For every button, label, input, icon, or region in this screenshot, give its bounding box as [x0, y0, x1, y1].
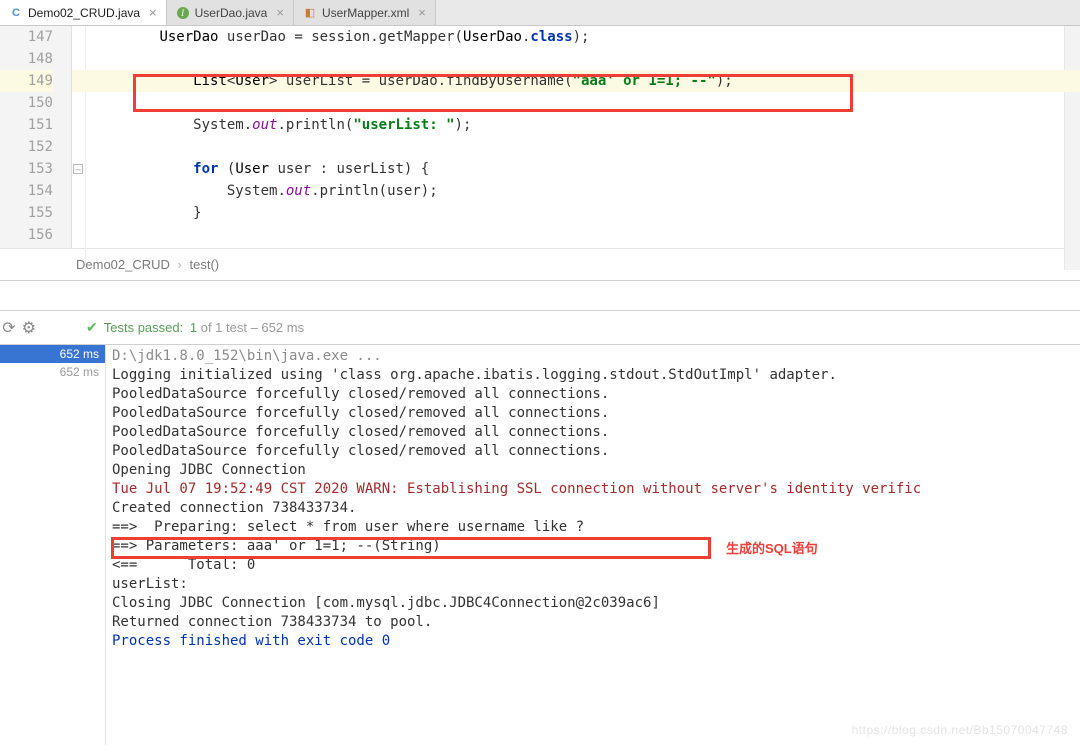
line-number: 147: [0, 26, 53, 48]
tests-passed-status: ✔ Tests passed: 1 of 1 test – 652 ms: [42, 319, 304, 336]
console-line: Closing JDBC Connection [com.mysql.jdbc.…: [112, 594, 1074, 613]
test-tree[interactable]: 652 ms 652 ms: [0, 345, 106, 745]
console-line: PooledDataSource forcefully closed/remov…: [112, 404, 1074, 423]
code-line: [72, 136, 1080, 158]
test-status-row: ⟳ ⚙ ✔ Tests passed: 1 of 1 test – 652 ms: [0, 311, 1080, 345]
line-number: 153: [0, 158, 53, 180]
console-line: Returned connection 738433734 to pool.: [112, 613, 1074, 632]
line-number: 156: [0, 224, 53, 246]
code-line: System.out.println("userList: ");: [72, 114, 1080, 136]
line-number: 155: [0, 202, 53, 224]
test-tree-node[interactable]: 652 ms: [0, 363, 105, 381]
annotation-label: 生成的SQL语句: [726, 539, 818, 558]
test-tree-node[interactable]: 652 ms: [0, 345, 105, 363]
code-line: [72, 92, 1080, 114]
console-output[interactable]: D:\jdk1.8.0_152\bin\java.exe ...Logging …: [106, 345, 1080, 745]
console-line: <== Total: 0: [112, 556, 1074, 575]
code-line: [72, 48, 1080, 70]
code-editor[interactable]: – 147 148 149 150 151 152 153 154 155 15…: [0, 26, 1080, 248]
tab-demo02-crud[interactable]: C Demo02_CRUD.java ×: [0, 0, 167, 25]
code-line: List<User> userList = userDao.findByUser…: [72, 70, 1080, 92]
console-line: ==> Parameters: aaa' or 1=1; --(String): [112, 537, 1074, 556]
tab-label: Demo02_CRUD.java: [28, 6, 140, 20]
console-line: PooledDataSource forcefully closed/remov…: [112, 385, 1074, 404]
code-line: UserDao userDao = session.getMapper(User…: [72, 26, 1080, 48]
console-line: Opening JDBC Connection: [112, 461, 1074, 480]
console-line: ==> Preparing: select * from user where …: [112, 518, 1074, 537]
check-icon: ✔: [86, 319, 98, 336]
line-number: 148: [0, 48, 53, 70]
close-icon[interactable]: ×: [149, 5, 157, 20]
console-line: userList:: [112, 575, 1074, 594]
breadcrumb-child[interactable]: test(): [190, 257, 220, 272]
close-icon[interactable]: ×: [418, 5, 426, 20]
tests-total-label: of 1 test: [201, 320, 247, 335]
line-number: 150: [0, 92, 53, 114]
editor-tabs: C Demo02_CRUD.java × I UserDao.java × ◧ …: [0, 0, 1080, 26]
code-content[interactable]: UserDao userDao = session.getMapper(User…: [72, 26, 1080, 248]
console-line: Created connection 738433734.: [112, 499, 1074, 518]
java-class-icon: C: [9, 6, 23, 20]
code-line: for (User user : userList) {: [72, 158, 1080, 180]
console-line: PooledDataSource forcefully closed/remov…: [112, 423, 1074, 442]
tests-passed-count: 1: [190, 320, 197, 335]
breadcrumb[interactable]: Demo02_CRUD › test(): [0, 248, 1080, 281]
watermark: https://blog.csdn.net/Bb15070047748: [852, 723, 1068, 737]
line-number: 154: [0, 180, 53, 202]
tab-label: UserMapper.xml: [322, 6, 409, 20]
gear-icon[interactable]: ⚙: [22, 318, 36, 338]
chevron-right-icon: ›: [178, 257, 182, 272]
line-number: 151: [0, 114, 53, 136]
tests-time-label: – 652 ms: [251, 320, 304, 335]
line-gutter: 147 148 149 150 151 152 153 154 155 156: [0, 26, 72, 248]
console-line: D:\jdk1.8.0_152\bin\java.exe ...: [112, 347, 1074, 366]
breadcrumb-parent[interactable]: Demo02_CRUD: [76, 257, 170, 272]
test-runner: 652 ms 652 ms D:\jdk1.8.0_152\bin\java.e…: [0, 345, 1080, 745]
console-line: PooledDataSource forcefully closed/remov…: [112, 442, 1074, 461]
refresh-icon[interactable]: ⟳: [2, 318, 15, 338]
code-line: [72, 224, 1080, 246]
code-line: System.out.println(user);: [72, 180, 1080, 202]
console-line: Tue Jul 07 19:52:49 CST 2020 WARN: Estab…: [112, 480, 1074, 499]
tab-usermapper[interactable]: ◧ UserMapper.xml ×: [294, 0, 436, 25]
tests-passed-label: Tests passed:: [104, 320, 184, 335]
xml-file-icon: ◧: [303, 6, 317, 20]
tab-label: UserDao.java: [195, 6, 268, 20]
console-line: Process finished with exit code 0: [112, 632, 1074, 651]
close-icon[interactable]: ×: [276, 5, 284, 20]
line-number: 149: [0, 70, 53, 92]
code-line: }: [72, 202, 1080, 224]
console-line: Logging initialized using 'class org.apa…: [112, 366, 1074, 385]
tab-userdao[interactable]: I UserDao.java ×: [167, 0, 294, 25]
line-number: 152: [0, 136, 53, 158]
java-interface-icon: I: [176, 6, 190, 20]
